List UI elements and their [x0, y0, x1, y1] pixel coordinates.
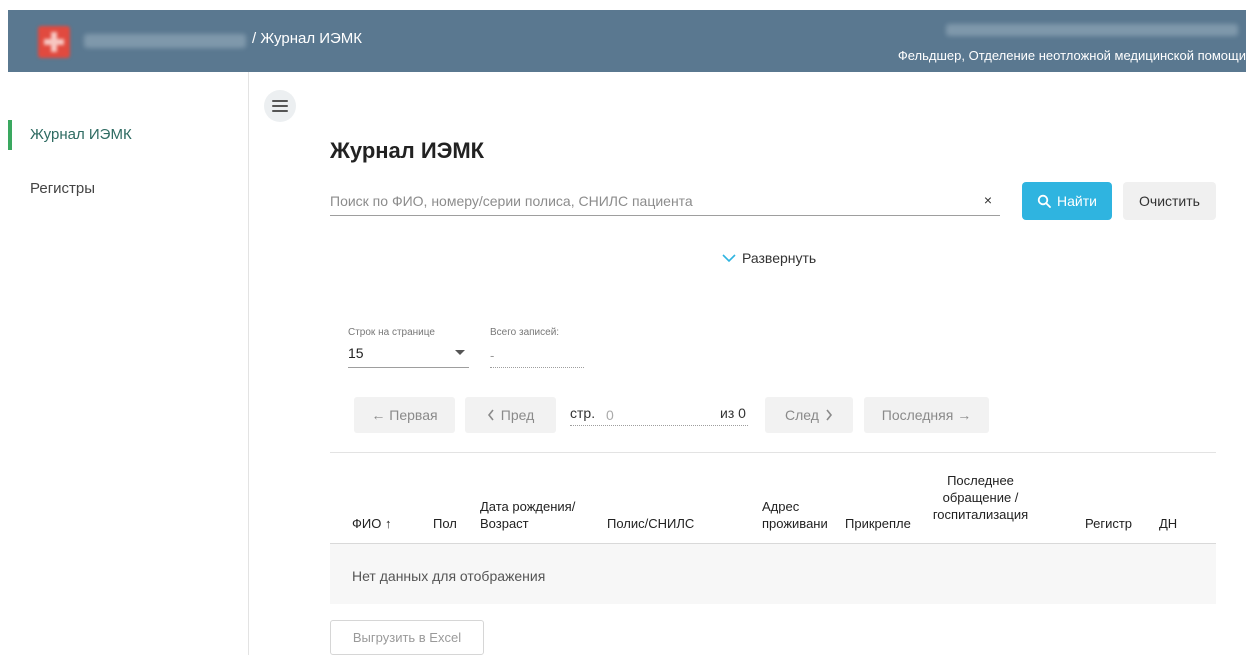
expand-filters-toggle[interactable]: Развернуть — [722, 250, 816, 266]
sidebar-item-registers[interactable]: Регистры — [8, 174, 248, 204]
hamburger-icon-line — [272, 110, 288, 112]
last-page-button[interactable]: Последняя → — [864, 397, 989, 433]
find-button[interactable]: Найти — [1022, 182, 1112, 220]
prev-page-label: Пред — [500, 407, 535, 423]
total-records-label: Всего записей: — [490, 327, 560, 338]
hamburger-icon — [272, 100, 288, 102]
caret-down-icon — [455, 350, 465, 355]
org-name-redacted — [84, 34, 246, 48]
app-logo-icon[interactable] — [38, 26, 70, 58]
rows-per-page-select[interactable]: 15 — [348, 344, 469, 368]
chevron-down-icon — [722, 254, 736, 263]
clear-button[interactable]: Очистить — [1123, 182, 1216, 220]
chevron-right-icon — [826, 409, 832, 421]
clear-search-icon[interactable]: × — [984, 192, 992, 208]
total-records-value: - — [490, 348, 584, 368]
sidebar: Журнал ИЭМК Регистры — [8, 72, 249, 655]
hamburger-icon-line — [272, 105, 288, 107]
expand-label: Развернуть — [742, 250, 817, 266]
rows-per-page-label: Строк на странице — [348, 327, 435, 338]
export-excel-button[interactable]: Выгрузить в Excel — [330, 620, 484, 655]
next-page-button[interactable]: След — [765, 397, 853, 433]
breadcrumb: / Журнал ИЭМК — [252, 30, 363, 47]
table-empty-row: Нет данных для отображения — [330, 544, 1216, 604]
column-header-last-visit[interactable]: Последнее обращение / госпитализация — [923, 472, 1038, 523]
user-name-redacted[interactable] — [946, 24, 1238, 36]
section-divider — [330, 452, 1216, 453]
search-input[interactable] — [330, 190, 970, 212]
page-title: Журнал ИЭМК — [330, 138, 485, 163]
first-page-button[interactable]: ← Первая — [354, 397, 455, 433]
user-role: Фельдшер, Отделение неотложной медицинск… — [897, 48, 1246, 63]
column-header-fio[interactable]: ФИО ↑ — [352, 515, 391, 532]
column-header-birthdate[interactable]: Дата рождения/ Возраст — [480, 498, 590, 532]
sidebar-item-iemk-journal[interactable]: Журнал ИЭМК — [8, 120, 248, 150]
column-header-attachment[interactable]: Прикрепле — [845, 515, 911, 532]
prev-page-button[interactable]: Пред — [465, 397, 556, 433]
column-header-sex[interactable]: Пол — [433, 515, 457, 532]
next-page-label: След — [785, 407, 819, 423]
find-button-label: Найти — [1057, 193, 1097, 209]
column-header-address[interactable]: Адрес проживани — [762, 498, 832, 532]
search-icon — [1037, 194, 1051, 208]
search-field: × — [330, 186, 1000, 216]
menu-toggle-button[interactable] — [264, 90, 296, 122]
app-header: / Журнал ИЭМК Фельдшер, Отделение неотло… — [8, 10, 1246, 72]
page-count-label: из 0 — [720, 405, 746, 421]
chevron-left-icon — [487, 409, 494, 421]
column-header-policy[interactable]: Полис/СНИЛС — [607, 515, 694, 532]
column-header-register[interactable]: Регистр — [1085, 515, 1132, 532]
rows-per-page-value: 15 — [348, 345, 364, 361]
column-header-dn[interactable]: ДН — [1159, 515, 1177, 532]
empty-state-text: Нет данных для отображения — [352, 568, 546, 584]
